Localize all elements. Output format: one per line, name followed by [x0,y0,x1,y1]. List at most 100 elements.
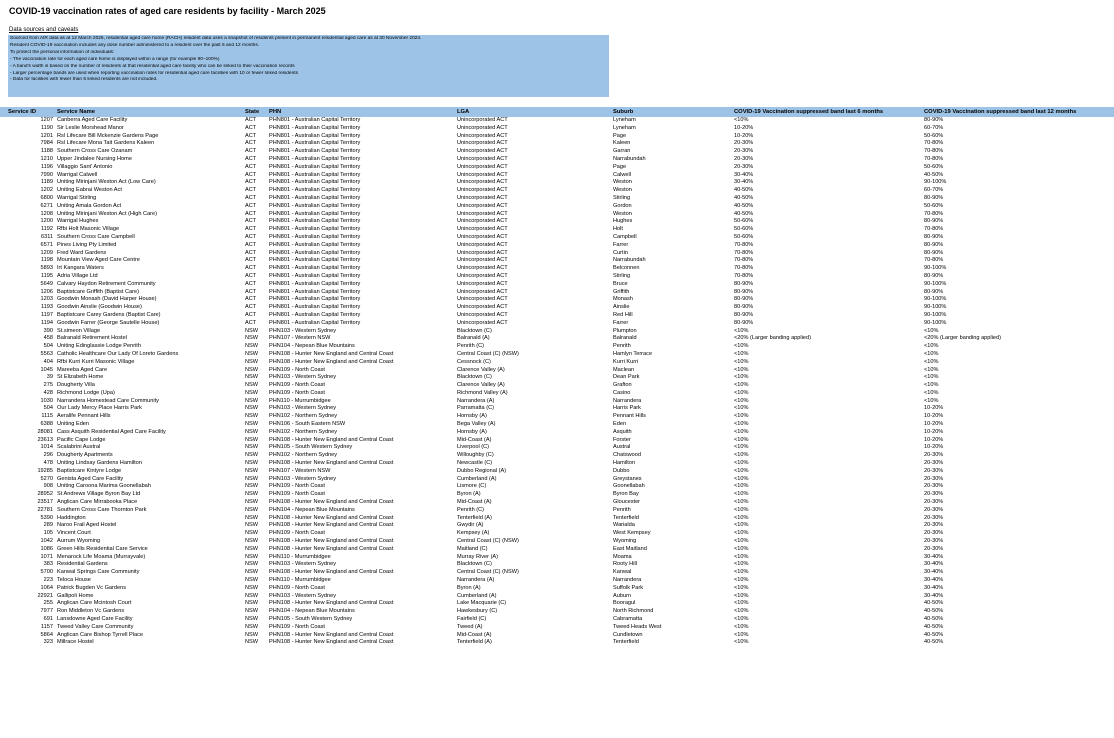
cell-phn: PHN103 - Western Sydney [269,592,337,599]
table-row: 428 Richmond Lodge (Upa) NSW PHN109 - North… [0,390,1114,398]
cell-state: NSW [245,584,259,591]
cell-state: NSW [245,530,259,537]
cell-band-6-months: 20-30% [734,155,754,162]
cell-band-12-months: 10-20% [924,405,944,412]
cell-band-6-months: <10% [734,522,749,529]
cell-lga: Unincorporated ACT [457,210,508,217]
cell-service-name: Upper Jindalee Nursing Home [57,155,132,162]
cell-phn: PHN108 - Hunter New England and Central … [269,514,394,521]
cell-lga: Unincorporated ACT [457,155,508,162]
cell-service-id: 105 [43,530,53,537]
cell-service-name: Southern Cross Care Ozanam [57,148,133,155]
cell-suburb: Dubbo [613,467,630,474]
cell-suburb: Byron Bay [613,491,639,498]
cell-service-id: 6388 [40,421,53,428]
table-row: 908 Uniting Caroona Marima Goonellabah NSW… [0,483,1114,491]
cell-state: ACT [245,187,257,194]
cell-service-id: 1188 [40,148,53,155]
caveat-line: - Larger percentage bands are used when … [10,70,298,76]
cell-band-6-months: 80-90% [734,288,754,295]
cell-lga: Unincorporated ACT [457,226,508,233]
cell-service-id: 5893 [40,265,53,272]
cell-suburb: Gordon [613,202,632,209]
cell-service-id: 1201 [40,132,53,139]
table-row: 1189 Uniting Mirinjani Weston Act (Low Ca… [0,179,1114,187]
cell-service-id: 28081 [37,428,53,435]
cell-service-name: Irt Kangara Waters [57,265,104,272]
cell-lga: Penrith (C) [457,343,485,350]
cell-phn: PHN801 - Australian Capital Territory [269,163,361,170]
cell-service-id: 255 [43,600,53,607]
cell-state: NSW [245,382,259,389]
cell-suburb: Narrandera [613,397,642,404]
table-row: 5700 Kanwal Springs Care Community NSW PHN1… [0,569,1114,577]
cell-band-12-months: 20-30% [924,460,944,467]
cell-state: NSW [245,397,259,404]
cell-lga: Unincorporated ACT [457,202,508,209]
cell-lga: Central Coast (C) (NSW) [457,538,519,545]
cell-state: NSW [245,350,259,357]
table-row: 1201 Rsl Lifecare Bill Mckenzie Gardens P… [0,133,1114,141]
cell-service-id: 5270 [40,475,53,482]
cell-lga: Narrandera (A) [457,577,495,584]
cell-service-name: Aurrum Wyoming [57,538,101,545]
facility-table: Service ID Service Name State PHN LGA Su… [0,107,1114,647]
cell-suburb: Lyneham [613,124,636,131]
cell-suburb: Farrer [613,319,629,326]
cell-band-12-months: 20-30% [924,514,944,521]
cell-band-6-months: <10% [734,413,749,420]
header-phn: PHN [269,109,282,115]
cell-band-6-months: <10% [734,592,749,599]
cell-phn: PHN801 - Australian Capital Territory [269,124,361,131]
cell-band-6-months: <10% [734,389,749,396]
cell-suburb: East Maitland [613,545,647,552]
cell-suburb: Chatswood [613,452,641,459]
cell-lga: Murray River (A) [457,553,499,560]
cell-band-12-months: 90-100% [924,304,947,311]
cell-state: ACT [245,319,257,326]
cell-suburb: Suffolk Park [613,584,644,591]
cell-suburb: Goonellabah [613,483,645,490]
cell-band-6-months: <10% [734,436,749,443]
cell-band-12-months: 70-80% [924,155,944,162]
cell-service-id: 1189 [40,179,53,186]
cell-state: ACT [245,179,257,186]
cell-service-id: 23517 [37,499,53,506]
cell-phn: PHN108 - Hunter New England and Central … [269,460,394,467]
cell-state: NSW [245,428,259,435]
cell-lga: Unincorporated ACT [457,218,508,225]
cell-state: NSW [245,514,259,521]
cell-service-name: Uniting Amala Gordon Act [57,202,122,209]
cell-phn: PHN801 - Australian Capital Territory [269,179,361,186]
table-row: 5864 Anglican Care Bishop Tyrrell Place NS… [0,632,1114,640]
cell-service-name: Anglican Care Bishop Tyrrell Place [57,631,144,638]
cell-suburb: Narrabundah [613,155,646,162]
cell-phn: PHN801 - Australian Capital Territory [269,288,361,295]
table-header-row: Service ID Service Name State PHN LGA Su… [0,107,1114,117]
table-row: 255 Anglican Care Mcintosh Court NSW PHN108… [0,600,1114,608]
cell-band-12-months: 20-30% [924,538,944,545]
cell-service-name: Goodwin Ainslie (Goodwin House) [57,304,142,311]
cell-service-id: 296 [43,452,53,459]
cell-band-6-months: <10% [734,405,749,412]
cell-band-6-months: <10% [734,467,749,474]
cell-state: ACT [245,272,257,279]
cell-phn: PHN109 - North Coast [269,530,325,537]
table-row: 1042 Aurrum Wyoming NSW PHN108 - Hunter New… [0,538,1114,546]
table-row: 6311 Southern Cross Care Campbell ACT PHN80… [0,234,1114,242]
table-row: 1203 Goodwin Monash (David Harper House) A… [0,296,1114,304]
table-row: 6800 Warrigal Stirling ACT PHN801 - Austral… [0,195,1114,203]
cell-phn: PHN801 - Australian Capital Territory [269,311,361,318]
cell-state: NSW [245,335,259,342]
cell-state: ACT [245,241,257,248]
cell-phn: PHN801 - Australian Capital Territory [269,218,361,225]
cell-state: NSW [245,389,259,396]
cell-lga: Bega Valley (A) [457,421,496,428]
cell-band-6-months: <10% [734,366,749,373]
cell-phn: PHN105 - South Western Sydney [269,616,353,622]
cell-state: NSW [245,545,259,552]
cell-service-name: Uniting Edinglassie Lodge Penrith [57,343,141,350]
cell-band-6-months: <10% [734,343,749,350]
cell-service-name: Rfbi Kurri Kurri Masonic Village [57,358,135,365]
cell-state: ACT [245,304,257,311]
